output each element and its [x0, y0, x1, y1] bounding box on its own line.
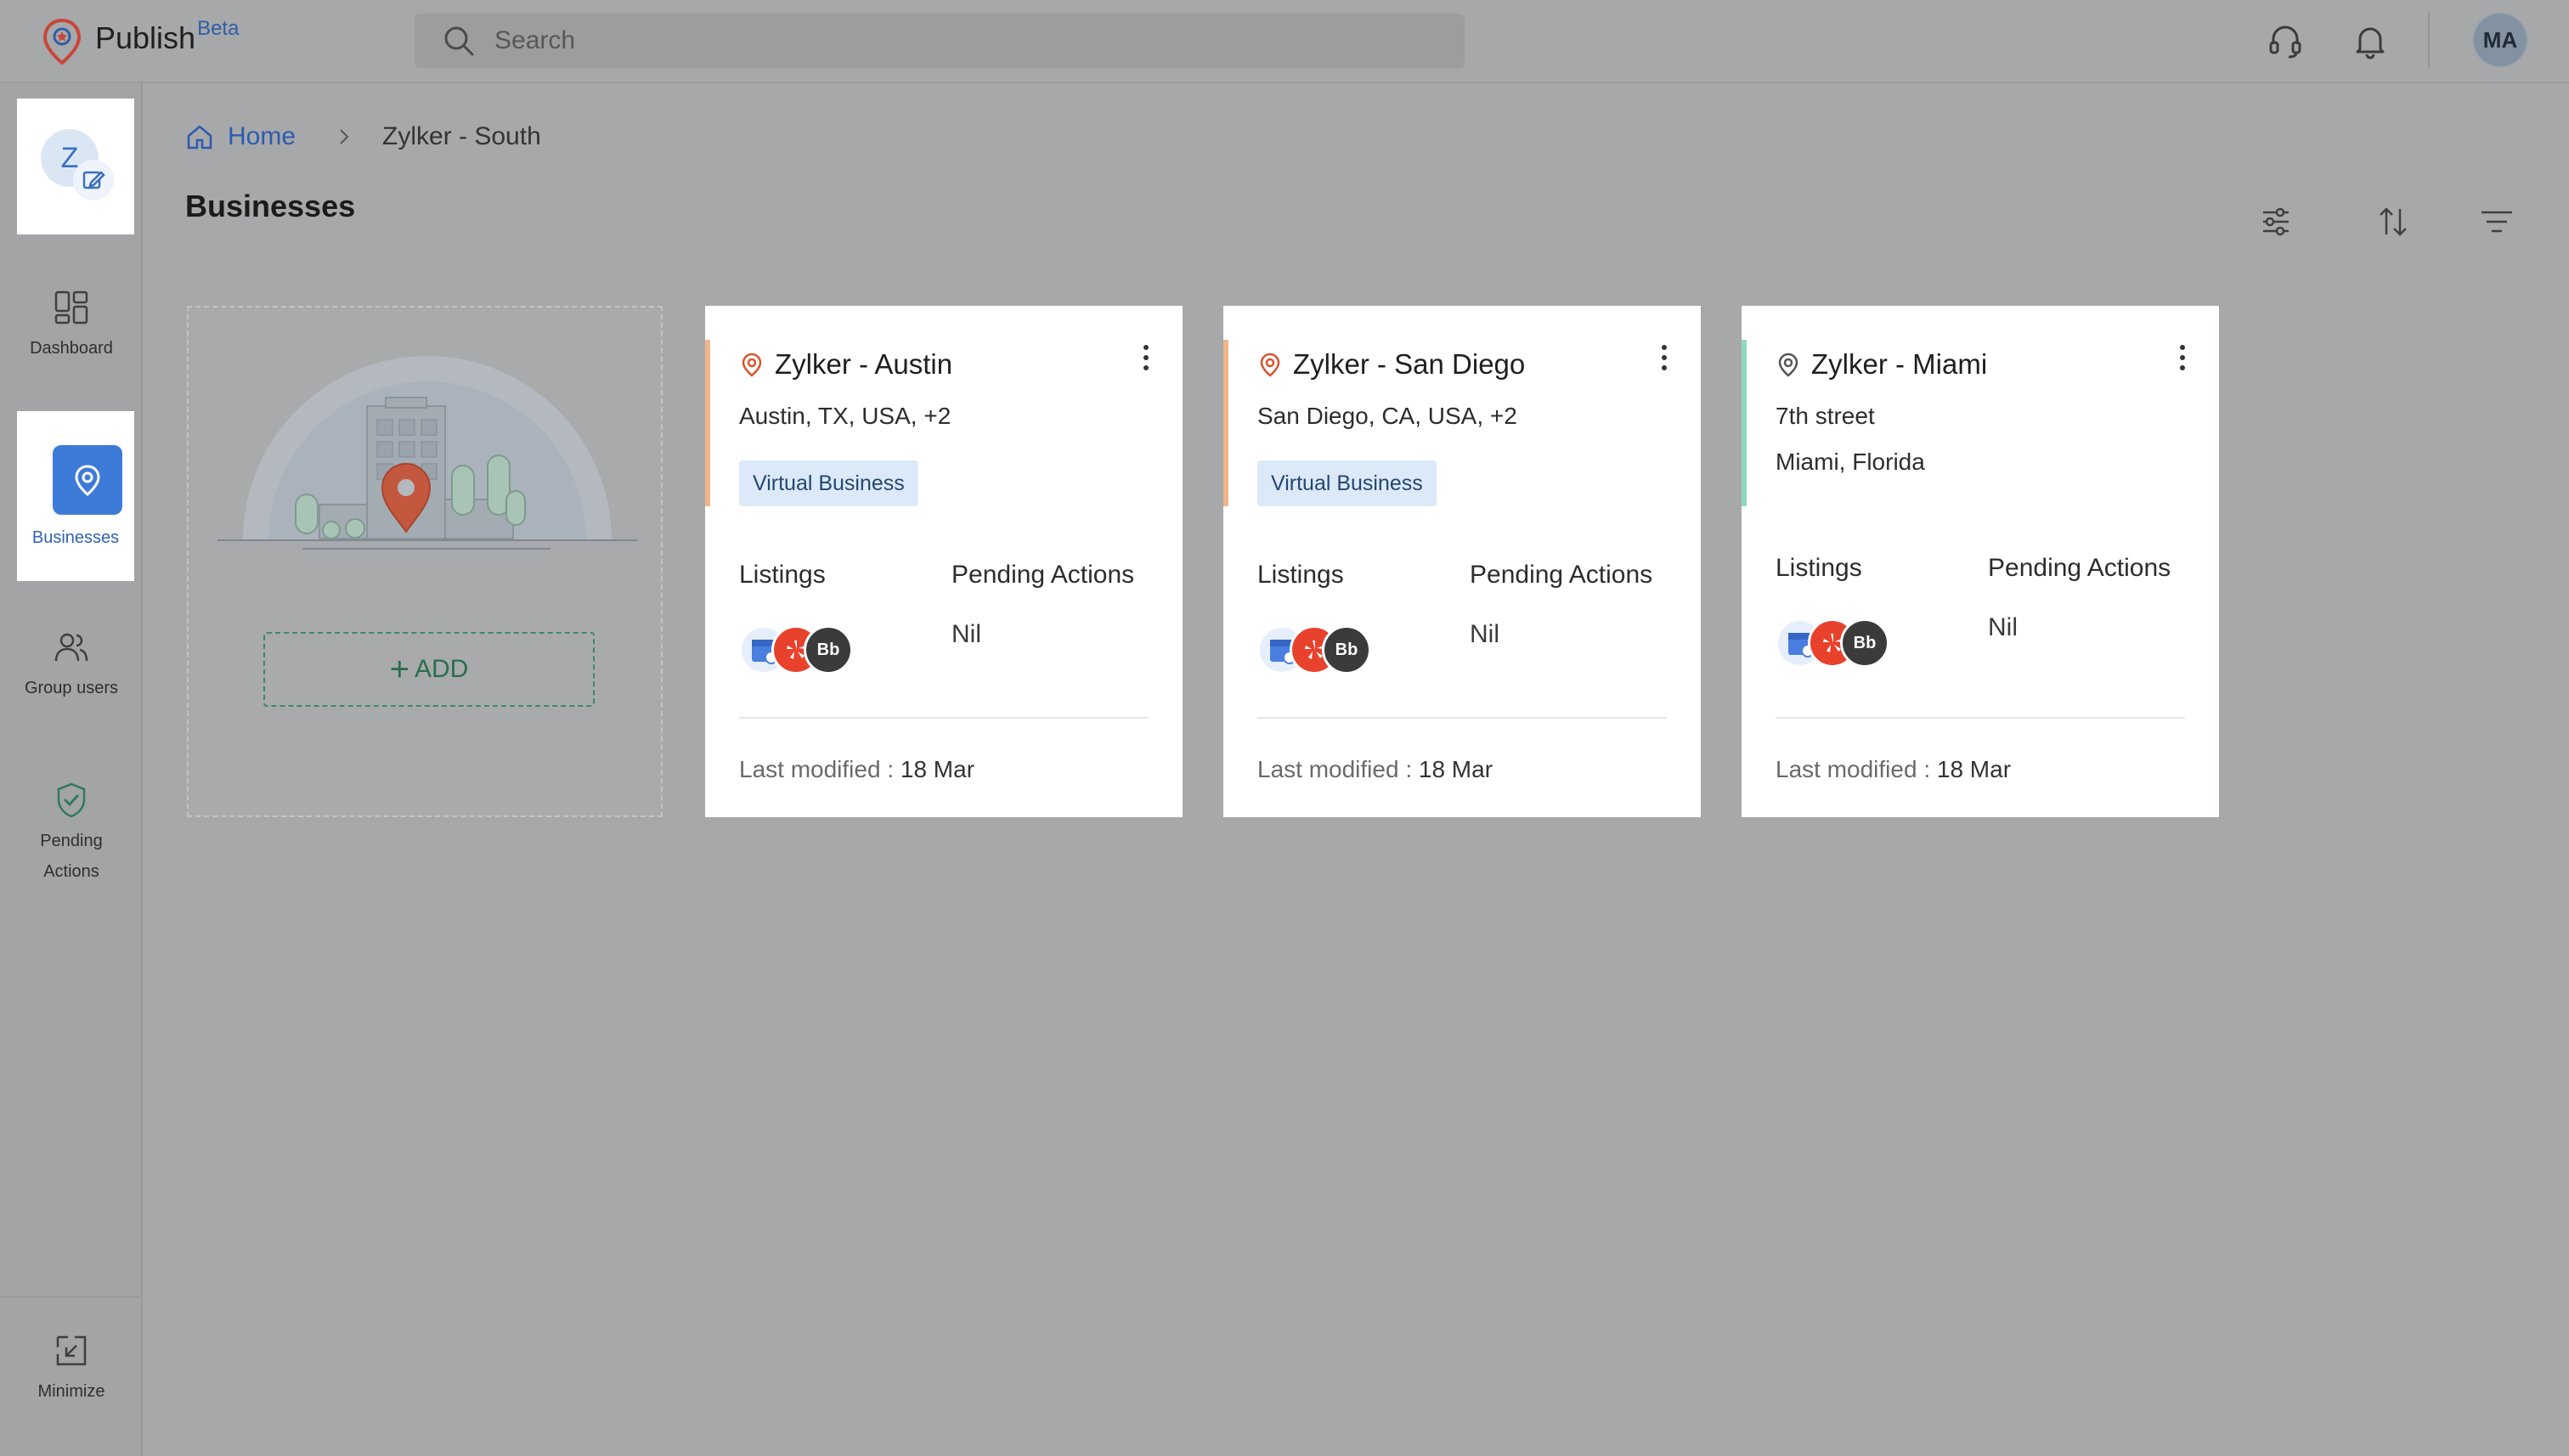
business-card[interactable]: Zylker - Austin Austin, TX, USA, +2 Virt…	[705, 306, 1183, 817]
minimize-label: Minimize	[37, 1382, 105, 1401]
beta-badge: Beta	[197, 17, 240, 40]
more-options-icon[interactable]	[2177, 343, 2188, 372]
notification-bell-icon[interactable]	[2352, 22, 2389, 59]
pending-actions-label: Pending Actions	[1988, 554, 2171, 582]
business-card[interactable]: Zylker - Miami 7th street Miami, Florida…	[1742, 306, 2219, 817]
card-divider	[1776, 717, 2185, 719]
city-location-illustration	[217, 356, 637, 550]
last-modified: Last modified : 18 Mar	[1257, 756, 1493, 782]
business-card[interactable]: Zylker - San Diego San Diego, CA, USA, +…	[1223, 306, 1701, 817]
business-city: Miami, Florida	[1776, 449, 1925, 475]
location-pin-icon	[1260, 353, 1280, 377]
listing-badges[interactable]: Bb	[1776, 618, 1889, 668]
sidebar-divider	[0, 1296, 143, 1298]
sidebar-item-label: Businesses	[31, 528, 120, 547]
breadcrumb: Home Zylker - South	[185, 122, 541, 151]
listings-label: Listings	[1776, 554, 1862, 582]
business-address: Austin, TX, USA, +2	[739, 403, 951, 429]
location-pin-icon	[742, 353, 762, 377]
sidebar-item-group-users[interactable]: Group users	[0, 627, 143, 703]
filter-icon[interactable]	[2477, 202, 2516, 241]
sort-icon[interactable]	[2374, 202, 2413, 241]
listing-badges[interactable]: Bb	[739, 625, 853, 674]
sidebar-item-label: Pending Actions	[40, 832, 103, 881]
edit-org-icon[interactable]	[73, 160, 114, 200]
breadcrumb-current: Zylker - South	[382, 122, 541, 150]
header-divider	[2428, 12, 2430, 68]
location-pin-icon	[53, 445, 122, 515]
dashboard-icon	[54, 291, 88, 324]
search-input[interactable]	[494, 26, 1429, 55]
more-options-icon[interactable]	[1140, 343, 1152, 372]
business-name[interactable]: Zylker - Miami	[1776, 348, 1987, 381]
pending-actions-label: Pending Actions	[1470, 561, 1653, 589]
search-bar[interactable]	[415, 14, 1465, 68]
breadcrumb-home[interactable]: Home	[185, 122, 296, 151]
business-address: San Diego, CA, USA, +2	[1257, 403, 1517, 429]
support-headset-icon[interactable]	[2267, 22, 2304, 59]
virtual-business-tag: Virtual Business	[739, 460, 918, 506]
app-logo[interactable]: Publish Beta	[41, 17, 239, 66]
pending-actions-value: Nil	[1988, 613, 2018, 641]
listing-badges[interactable]: Bb	[1257, 625, 1371, 674]
page-title: Businesses	[185, 189, 356, 223]
pending-actions-value: Nil	[1470, 620, 1499, 648]
minimize-icon	[56, 1335, 87, 1366]
sidebar: Z Dashboard Businesses Group users Pendi…	[0, 83, 143, 1456]
listings-label: Listings	[1257, 561, 1344, 589]
virtual-business-tag: Virtual Business	[1257, 460, 1437, 506]
group-users-icon	[54, 633, 88, 662]
org-switcher[interactable]: Z	[17, 99, 134, 234]
business-address: 7th street	[1776, 403, 1875, 429]
card-accent-bar	[705, 340, 710, 506]
sidebar-item-dashboard[interactable]: Dashboard	[0, 287, 143, 364]
plus-icon: +	[389, 651, 409, 688]
card-divider	[1257, 717, 1667, 719]
top-header: Publish Beta MA	[0, 0, 2569, 83]
bbb-icon: Bb	[804, 625, 853, 674]
sidebar-item-pending-actions[interactable]: Pending Actions	[0, 780, 143, 887]
add-business-card: + ADD	[187, 306, 663, 817]
pending-actions-shield-icon	[57, 782, 86, 818]
pending-actions-value: Nil	[951, 620, 981, 648]
card-accent-bar	[1742, 340, 1747, 506]
business-name[interactable]: Zylker - Austin	[739, 348, 952, 381]
card-divider	[739, 717, 1149, 719]
listings-label: Listings	[739, 561, 826, 589]
chevron-right-icon	[340, 129, 349, 144]
search-icon	[444, 26, 474, 56]
bbb-icon: Bb	[1322, 625, 1371, 674]
sidebar-item-businesses[interactable]: Businesses	[17, 411, 134, 581]
sidebar-item-label: Dashboard	[30, 339, 113, 358]
sidebar-item-label: Group users	[24, 679, 119, 697]
user-avatar[interactable]: MA	[2472, 12, 2528, 68]
publish-logo-icon	[42, 18, 82, 65]
minimize-button[interactable]: Minimize	[0, 1330, 143, 1407]
app-name: Publish	[95, 20, 196, 55]
customize-sliders-icon[interactable]	[2256, 202, 2295, 241]
bbb-icon: Bb	[1840, 618, 1889, 668]
business-name[interactable]: Zylker - San Diego	[1257, 348, 1525, 381]
last-modified: Last modified : 18 Mar	[1776, 756, 2012, 782]
pending-actions-label: Pending Actions	[951, 561, 1135, 589]
home-icon	[187, 125, 212, 150]
last-modified: Last modified : 18 Mar	[739, 756, 975, 782]
location-pin-icon	[1778, 353, 1798, 377]
more-options-icon[interactable]	[1658, 343, 1670, 372]
card-accent-bar	[1223, 340, 1228, 506]
add-business-button[interactable]: + ADD	[263, 632, 595, 707]
